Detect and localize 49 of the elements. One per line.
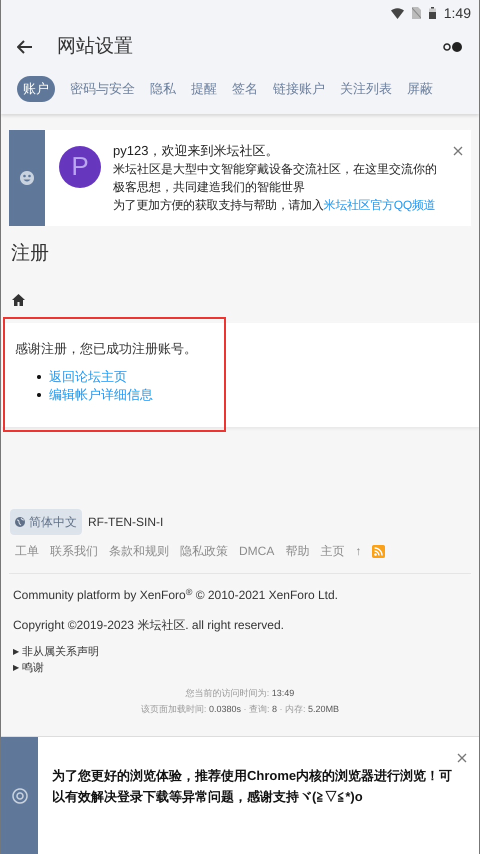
footer-link[interactable]: 主页 — [320, 542, 344, 560]
battery-icon — [428, 7, 436, 19]
tab[interactable]: 隐私 — [150, 76, 176, 102]
tab[interactable]: 账户 — [17, 76, 55, 102]
notice-greeting: py123，欢迎来到米坛社区。 — [113, 142, 280, 160]
tab[interactable]: 链接账户 — [273, 76, 325, 102]
message-text: 感谢注册，您已成功注册账号。 — [15, 340, 198, 358]
tab[interactable]: 关注列表 — [340, 76, 392, 102]
home-icon[interactable] — [12, 294, 25, 306]
style-name[interactable]: RF-TEN-SIN-I — [88, 513, 164, 531]
footer-link[interactable]: 帮助 — [285, 542, 310, 560]
disclosure-toggle[interactable]: ▶ 鸣谢 — [13, 660, 479, 676]
chrome-icon — [12, 788, 28, 804]
wifi-icon — [390, 8, 404, 18]
toggle-icon[interactable] — [443, 42, 463, 52]
language-button[interactable]: 简体中文 — [10, 509, 82, 535]
qq-channel-link[interactable]: 米坛社区官方QQ频道 — [324, 198, 436, 212]
tab[interactable]: 屏蔽 — [407, 76, 433, 102]
globe-icon — [15, 517, 25, 527]
notice-description: 米坛社区是大型中文智能穿戴设备交流社区，在这里交流你的极客思想，共同建造我们的智能世界 — [113, 160, 438, 196]
no-sim-icon — [412, 7, 421, 19]
footer-link[interactable]: 条款和规则 — [109, 542, 169, 560]
bullet-icon — [37, 392, 41, 396]
avatar[interactable]: P — [59, 146, 101, 188]
browser-notice-text: 为了您更好的浏览体验，推荐使用Chrome内核的浏览器进行浏览！可以有效解决登录下载等异常问题，感谢支持ヾ(≧▽≦*)o — [52, 767, 454, 806]
app-bar-title: 网站设置 — [57, 34, 133, 59]
footer-link[interactable]: 工单 — [15, 542, 39, 560]
bullet-icon — [37, 374, 41, 378]
message-link[interactable]: 编辑帐户详细信息 — [49, 386, 153, 404]
tab[interactable]: 签名 — [232, 76, 258, 102]
smile-icon — [20, 170, 34, 184]
footer-link[interactable]: ↑ — [355, 542, 362, 560]
notice-join-text: 为了更加方便的获取支持与帮助，请加入米坛社区官方QQ频道 — [113, 196, 436, 214]
platform-credit: Community platform by XenForo$^{®}$ © 2010-2021 XenForo Ltd. — [13, 586, 339, 604]
back-arrow-icon[interactable] — [17, 40, 33, 54]
close-icon[interactable] — [453, 146, 463, 156]
tab[interactable]: 提醒 — [191, 76, 217, 102]
page-title: 注册 — [11, 242, 50, 266]
tab[interactable]: 密码与安全 — [70, 76, 135, 102]
copyright-text: Copyright ©2019-2023 米坛社区. all right reserved. — [13, 617, 285, 634]
close-icon[interactable] — [457, 753, 467, 763]
status-time: 1:49 — [444, 4, 471, 22]
disclosure-toggle[interactable]: ▶ 非从属关系声明 — [13, 644, 479, 660]
page-stats: 该页面加载时间: 0.0380s · 查询: 8 · 内存: 5.20MB — [140, 702, 340, 716]
footer-link[interactable]: 隐私政策 — [180, 542, 228, 560]
message-link[interactable]: 返回论坛主页 — [49, 368, 127, 386]
footer-link[interactable]: 联系我们 — [50, 542, 98, 560]
visit-time: 您当前的访问时间为: 13:49 — [184, 687, 296, 700]
footer-link[interactable]: DMCA — [239, 542, 274, 560]
